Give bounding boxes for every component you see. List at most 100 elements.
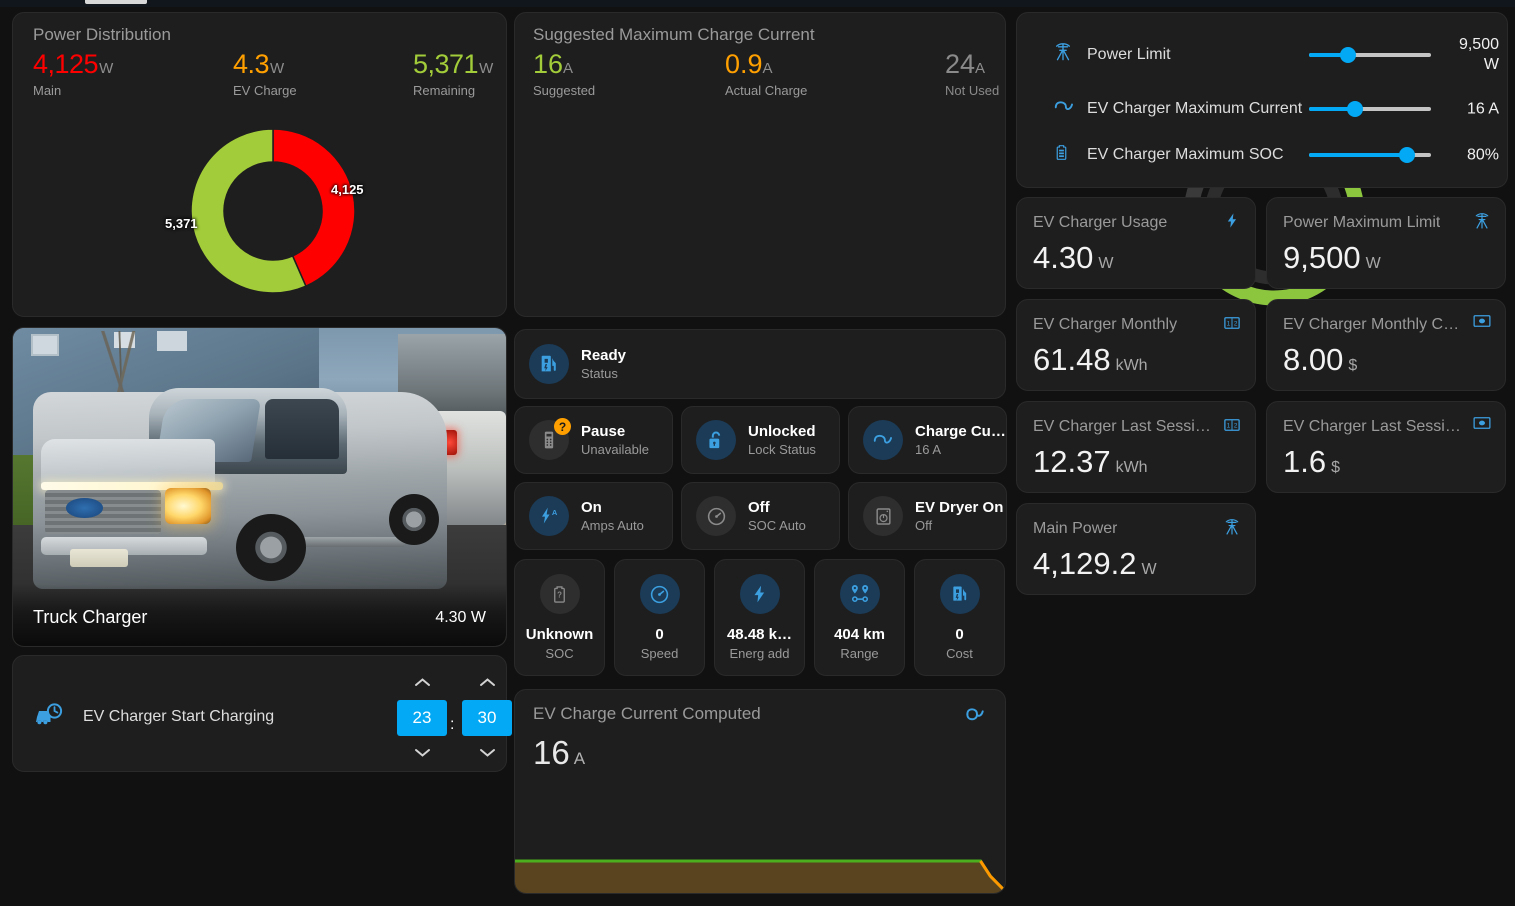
active-tab-indicator[interactable] xyxy=(85,0,147,4)
badge-lock-status[interactable]: Unlocked Lock Status xyxy=(681,406,840,474)
truck-photo: Truck Charger 4.30 W xyxy=(13,328,506,646)
truck-grille xyxy=(45,490,162,534)
computed-card-value-group: 16 A xyxy=(533,734,585,772)
stat-card-main-power-unit: W xyxy=(1141,561,1157,578)
tile-cost-label: Cost xyxy=(946,646,973,661)
stat-ev-charge-unit: W xyxy=(270,60,285,77)
stat-card-ev-charger-last-session-cost[interactable]: EV Charger Last Sessio… 1.6 $ xyxy=(1266,401,1506,493)
tile-cost[interactable]: 0 Cost xyxy=(914,559,1005,676)
ev-charge-current-computed-card[interactable]: EV Charge Current Computed 16 A xyxy=(514,689,1006,894)
suggested-max-charge-current-card: Suggested Maximum Charge Current 16A Sug… xyxy=(514,12,1365,317)
sine-wave-icon xyxy=(1053,96,1075,123)
stat-card-ev-charger-last-session-unit: kWh xyxy=(1115,459,1148,476)
tile-energy-added[interactable]: 48.48 k… Energ add xyxy=(714,559,805,676)
badge-status-ready[interactable]: Ready Status xyxy=(514,329,1006,399)
hour-increment-button[interactable] xyxy=(397,672,447,694)
badge-charge-current-title: Charge Cu… xyxy=(915,423,1006,440)
tile-energy-added-value: 48.48 k… xyxy=(726,626,793,643)
slider-max-current-label: EV Charger Maximum Current xyxy=(1087,100,1303,117)
badge-charge-current-text: Charge Cu… 16 A xyxy=(915,423,1006,457)
stat-main-label: Main xyxy=(33,83,62,98)
stat-card-ev-charger-usage[interactable]: EV Charger Usage 4.30 W xyxy=(1016,197,1256,289)
stat-card-ev-charger-monthly-cost-unit: $ xyxy=(1348,357,1358,374)
stat-suggested-value: 16 xyxy=(533,49,564,79)
tile-cost-value: 0 xyxy=(955,626,964,643)
stat-card-ev-charger-last-session-value-group: 12.37 kWh xyxy=(1033,444,1148,480)
ford-emblem xyxy=(65,498,104,518)
slider-row-max-soc[interactable]: EV Charger Maximum SOC 80% xyxy=(1017,135,1509,175)
badge-ev-dryer[interactable]: EV Dryer On Off xyxy=(848,482,1007,550)
badge-status-ready-title: Ready xyxy=(581,347,627,364)
badge-charge-current[interactable]: Charge Cu… 16 A xyxy=(848,406,1007,474)
minute-decrement-button[interactable] xyxy=(462,742,512,764)
stat-main-unit: W xyxy=(99,60,114,77)
slider-power-limit-value: 9,500 W xyxy=(1458,36,1499,73)
hour-spinner[interactable]: 23 xyxy=(397,672,447,764)
slider-max-soc-track[interactable] xyxy=(1309,147,1431,163)
stat-card-ev-charger-last-session-cost-value: 1.6 xyxy=(1283,444,1327,479)
side-window xyxy=(264,399,340,459)
stat-remaining-label: Remaining xyxy=(413,83,476,98)
ev-charger-start-charging-card: EV Charger Start Charging 23 : 30 xyxy=(12,655,512,772)
app-header-bar xyxy=(0,0,1515,7)
dashboard-page: Power Distribution 4,125W Main 4.3W EV C… xyxy=(0,7,1515,906)
slider-row-max-current[interactable]: EV Charger Maximum Current 16 A xyxy=(1017,89,1509,129)
lock-open-icon xyxy=(696,420,736,460)
slider-row-power-limit[interactable]: Power Limit 9,500 W xyxy=(1017,35,1509,75)
stat-card-power-maximum-limit-unit: W xyxy=(1365,255,1381,272)
tile-speed-label: Speed xyxy=(640,646,679,661)
stat-card-main-power[interactable]: Main Power 4,129.2 W xyxy=(1016,503,1256,595)
badge-amps-auto-text: On Amps Auto xyxy=(581,499,644,533)
stat-ev-charge: 4.3W EV Charge xyxy=(233,49,297,98)
flash-auto-icon: A xyxy=(529,496,569,536)
stat-card-ev-charger-last-session[interactable]: EV Charger Last Session 1 2 12.37 kWh xyxy=(1016,401,1256,493)
minute-increment-button[interactable] xyxy=(462,672,512,694)
stat-card-ev-charger-last-session-label: EV Charger Last Session xyxy=(1033,418,1211,435)
badge-ev-dryer-subtitle: Off xyxy=(915,518,933,533)
stat-card-ev-charger-usage-value: 4.30 xyxy=(1033,240,1094,275)
stat-card-ev-charger-monthly-value-group: 61.48 kWh xyxy=(1033,342,1148,378)
stat-card-power-maximum-limit-label: Power Maximum Limit xyxy=(1283,214,1441,231)
start-charging-label: EV Charger Start Charging xyxy=(83,708,275,725)
tile-range[interactable]: 404 km Range xyxy=(814,559,905,676)
lightning-bolt-icon xyxy=(1224,212,1241,234)
minute-value[interactable]: 30 xyxy=(462,700,512,736)
map-marker-path-icon xyxy=(839,574,880,614)
badge-soc-auto-title: Off xyxy=(748,499,770,516)
badge-amps-auto[interactable]: A On Amps Auto xyxy=(514,482,673,550)
unavailable-question-badge: ? xyxy=(554,418,571,435)
stat-card-ev-charger-monthly-value: 61.48 xyxy=(1033,342,1111,377)
slider-max-current-track[interactable] xyxy=(1309,101,1431,117)
donut-label-remaining: 5,371 xyxy=(165,216,198,231)
stat-card-ev-charger-monthly-cost[interactable]: EV Charger Monthly Cost 8.00 $ xyxy=(1266,299,1506,391)
stat-card-power-maximum-limit[interactable]: Power Maximum Limit 9,500 W xyxy=(1266,197,1506,289)
stat-card-ev-charger-monthly-cost-value-group: 8.00 $ xyxy=(1283,342,1357,378)
stat-card-ev-charger-last-session-cost-unit: $ xyxy=(1331,459,1341,476)
stat-card-power-maximum-limit-value: 9,500 xyxy=(1283,240,1361,275)
donut-label-main: 4,125 xyxy=(331,182,364,197)
tile-soc-label: SOC xyxy=(545,646,574,661)
transmission-tower-icon xyxy=(1223,518,1241,542)
slider-power-limit-track[interactable] xyxy=(1309,47,1431,63)
badge-soc-auto[interactable]: Off SOC Auto xyxy=(681,482,840,550)
hour-decrement-button[interactable] xyxy=(397,742,447,764)
badge-pause-subtitle: Unavailable xyxy=(581,442,649,457)
tile-speed[interactable]: 0 Speed xyxy=(614,559,705,676)
slider-max-soc-value: 80% xyxy=(1466,146,1499,164)
cash-icon xyxy=(1473,314,1491,333)
minute-spinner[interactable]: 30 xyxy=(462,672,512,764)
stat-card-ev-charger-last-session-cost-label: EV Charger Last Sessio… xyxy=(1283,418,1469,435)
truck-charger-name: Truck Charger xyxy=(33,607,148,627)
stat-card-ev-charger-monthly-cost-label: EV Charger Monthly Cost xyxy=(1283,316,1463,333)
stat-main: 4,125W Main xyxy=(33,49,113,98)
car-clock-icon xyxy=(35,703,63,727)
slider-power-limit-label: Power Limit xyxy=(1087,46,1171,63)
hour-value[interactable]: 23 xyxy=(397,700,447,736)
ev-station-icon xyxy=(939,574,980,614)
tile-soc[interactable]: ? Unknown SOC xyxy=(514,559,605,676)
cash-icon xyxy=(1473,416,1491,435)
stat-card-ev-charger-monthly[interactable]: EV Charger Monthly 1 2 61.48 kWh xyxy=(1016,299,1256,391)
truck-charger-picture-card[interactable]: Truck Charger 4.30 W xyxy=(12,327,507,647)
badge-pause[interactable]: ? Pause Unavailable xyxy=(514,406,673,474)
power-distribution-donut-chart: 4,125 5,371 xyxy=(155,111,391,311)
